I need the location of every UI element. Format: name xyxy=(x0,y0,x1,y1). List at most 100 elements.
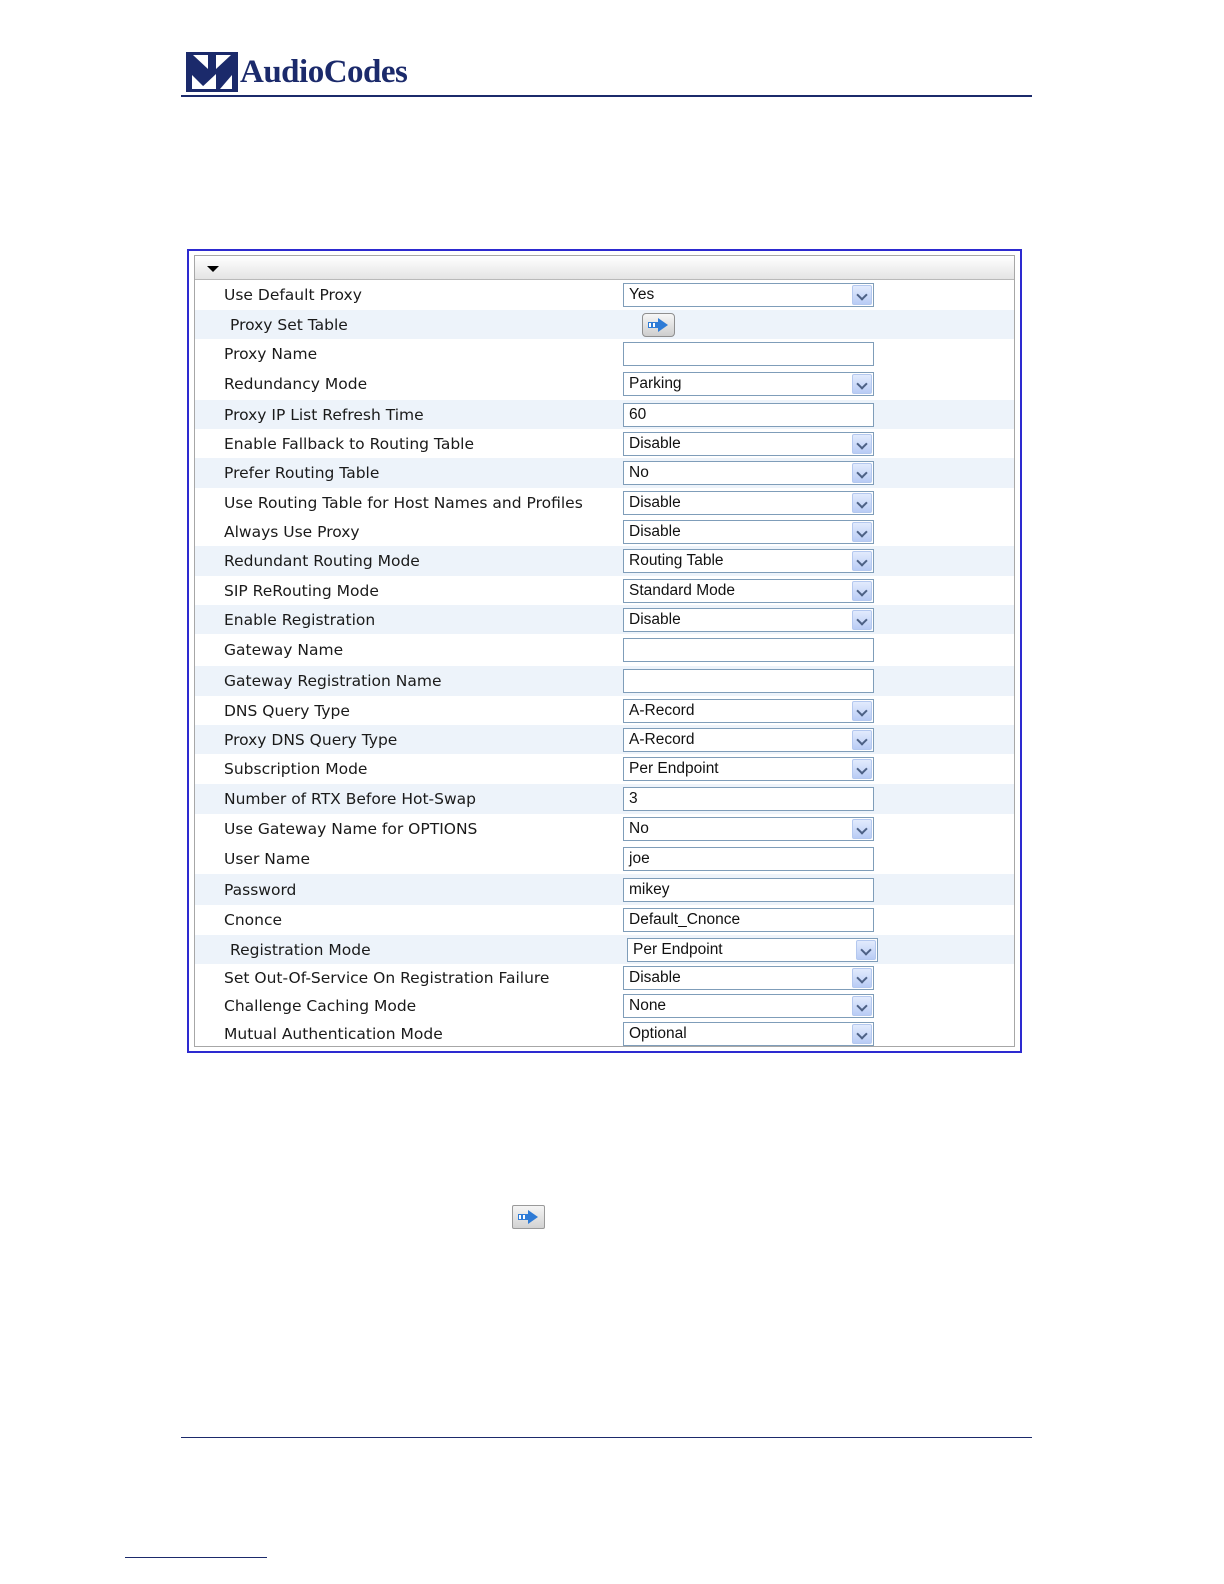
setting-label: Proxy IP List Refresh Time xyxy=(224,406,424,424)
setting-label: Set Out-Of-Service On Registration Failu… xyxy=(224,969,550,987)
settings-row: Proxy Name xyxy=(195,339,1014,368)
settings-row: Gateway Registration Name xyxy=(195,666,1014,696)
settings-row: Registration Mode Per Endpoint xyxy=(195,935,1014,964)
setting-select[interactable]: Disable xyxy=(623,491,874,515)
header-rule xyxy=(181,95,1032,97)
settings-row: Set Out-Of-Service On Registration Failu… xyxy=(195,964,1014,992)
setting-value: Standard Mode xyxy=(629,582,735,599)
settings-row: Use Default Proxy Yes xyxy=(195,280,1014,310)
setting-label: Prefer Routing Table xyxy=(224,464,380,482)
setting-select[interactable]: Per Endpoint xyxy=(627,938,878,962)
setting-select[interactable]: Parking xyxy=(623,372,874,396)
setting-input[interactable] xyxy=(623,669,874,693)
setting-label: Use Default Proxy xyxy=(224,286,362,304)
setting-select[interactable]: Disable xyxy=(623,966,874,990)
arrow-right-icon xyxy=(648,318,668,332)
chevron-down-icon[interactable] xyxy=(852,730,872,750)
settings-row: Password mikey xyxy=(195,874,1014,905)
chevron-down-icon[interactable] xyxy=(852,819,872,839)
chevron-down-icon[interactable] xyxy=(852,1024,872,1044)
chevron-down-icon[interactable] xyxy=(852,434,872,454)
setting-value: A-Record xyxy=(629,702,695,719)
panel-header[interactable] xyxy=(195,256,1014,280)
chevron-down-icon[interactable] xyxy=(852,581,872,601)
setting-value: None xyxy=(629,997,667,1014)
settings-row: Redundant Routing Mode Routing Table xyxy=(195,546,1014,576)
setting-select[interactable]: Disable xyxy=(623,432,874,456)
chevron-down-icon[interactable] xyxy=(852,701,872,721)
footer-rule xyxy=(181,1437,1032,1438)
setting-label: Registration Mode xyxy=(230,941,371,959)
setting-select[interactable]: No xyxy=(623,461,874,485)
setting-select[interactable]: Yes xyxy=(623,283,874,307)
setting-label: Always Use Proxy xyxy=(224,523,360,541)
setting-label: Use Routing Table for Host Names and Pro… xyxy=(224,494,583,512)
setting-input[interactable]: Default_Cnonce xyxy=(623,908,874,932)
setting-label: Cnonce xyxy=(224,911,283,929)
setting-value: Parking xyxy=(629,375,682,392)
setting-value: Routing Table xyxy=(629,552,724,569)
chevron-down-icon[interactable] xyxy=(852,968,872,988)
setting-select[interactable]: A-Record xyxy=(623,699,874,723)
setting-label: Gateway Name xyxy=(224,641,344,659)
setting-value: Disable xyxy=(629,611,681,628)
chevron-down-icon[interactable] xyxy=(852,493,872,513)
setting-value: 3 xyxy=(629,790,638,807)
setting-value: Disable xyxy=(629,523,681,540)
setting-select[interactable]: A-Record xyxy=(623,728,874,752)
settings-row: Proxy IP List Refresh Time 60 xyxy=(195,400,1014,429)
setting-select[interactable]: Per Endpoint xyxy=(623,757,874,781)
brand-name: AudioCodes xyxy=(240,54,408,90)
settings-row: User Name joe xyxy=(195,844,1014,874)
setting-value: Disable xyxy=(629,435,681,452)
setting-value: No xyxy=(629,464,649,481)
setting-label: Use Gateway Name for OPTIONS xyxy=(224,820,478,838)
chevron-down-icon[interactable] xyxy=(852,285,872,305)
settings-row: SIP ReRouting Mode Standard Mode xyxy=(195,576,1014,605)
setting-label: Proxy DNS Query Type xyxy=(224,731,398,749)
chevron-down-icon[interactable] xyxy=(852,996,872,1016)
chevron-down-icon[interactable] xyxy=(856,940,876,960)
chevron-down-icon[interactable] xyxy=(852,551,872,571)
setting-select[interactable]: Optional xyxy=(623,1022,874,1046)
setting-value: Yes xyxy=(629,286,655,303)
setting-value: 60 xyxy=(629,406,647,423)
setting-value: No xyxy=(629,820,649,837)
settings-row: Enable Registration Disable xyxy=(195,605,1014,634)
footnote-rule xyxy=(125,1557,267,1558)
chevron-down-icon[interactable] xyxy=(852,610,872,630)
collapse-arrow-icon[interactable] xyxy=(207,266,219,272)
setting-select[interactable]: None xyxy=(623,994,874,1018)
setting-select[interactable]: Routing Table xyxy=(623,549,874,573)
setting-select[interactable]: Standard Mode xyxy=(623,579,874,603)
settings-row: Redundancy Mode Parking xyxy=(195,368,1014,400)
setting-input[interactable]: 60 xyxy=(623,403,874,427)
setting-input[interactable]: mikey xyxy=(623,878,874,902)
setting-value: mikey xyxy=(629,881,670,898)
settings-row: Gateway Name xyxy=(195,634,1014,666)
setting-input[interactable] xyxy=(623,638,874,662)
setting-select[interactable]: Disable xyxy=(623,520,874,544)
setting-select[interactable]: No xyxy=(623,817,874,841)
setting-input[interactable]: 3 xyxy=(623,787,874,811)
proxy-settings-panel: Use Default Proxy Yes Proxy Set Table Proxy… xyxy=(187,249,1022,1053)
chevron-down-icon[interactable] xyxy=(852,374,872,394)
audiocodes-logo-mark-icon xyxy=(186,52,238,92)
settings-row: Proxy Set Table xyxy=(195,310,1014,339)
chevron-down-icon[interactable] xyxy=(852,463,872,483)
setting-label: Enable Registration xyxy=(224,611,376,629)
proxy-set-table-button[interactable] xyxy=(642,313,675,337)
settings-row: Subscription Mode Per Endpoint xyxy=(195,754,1014,784)
setting-label: Proxy Name xyxy=(224,345,318,363)
chevron-down-icon[interactable] xyxy=(852,759,872,779)
chevron-down-icon[interactable] xyxy=(852,522,872,542)
setting-label: Challenge Caching Mode xyxy=(224,997,417,1015)
audiocodes-logo: AudioCodes xyxy=(186,52,408,92)
settings-row: Cnonce Default_Cnonce xyxy=(195,905,1014,935)
settings-row: Always Use Proxy Disable xyxy=(195,517,1014,546)
setting-input[interactable]: joe xyxy=(623,847,874,871)
settings-row: Prefer Routing Table No xyxy=(195,458,1014,488)
settings-row: Mutual Authentication Mode Optional xyxy=(195,1020,1014,1046)
setting-input[interactable] xyxy=(623,342,874,366)
setting-select[interactable]: Disable xyxy=(623,608,874,632)
